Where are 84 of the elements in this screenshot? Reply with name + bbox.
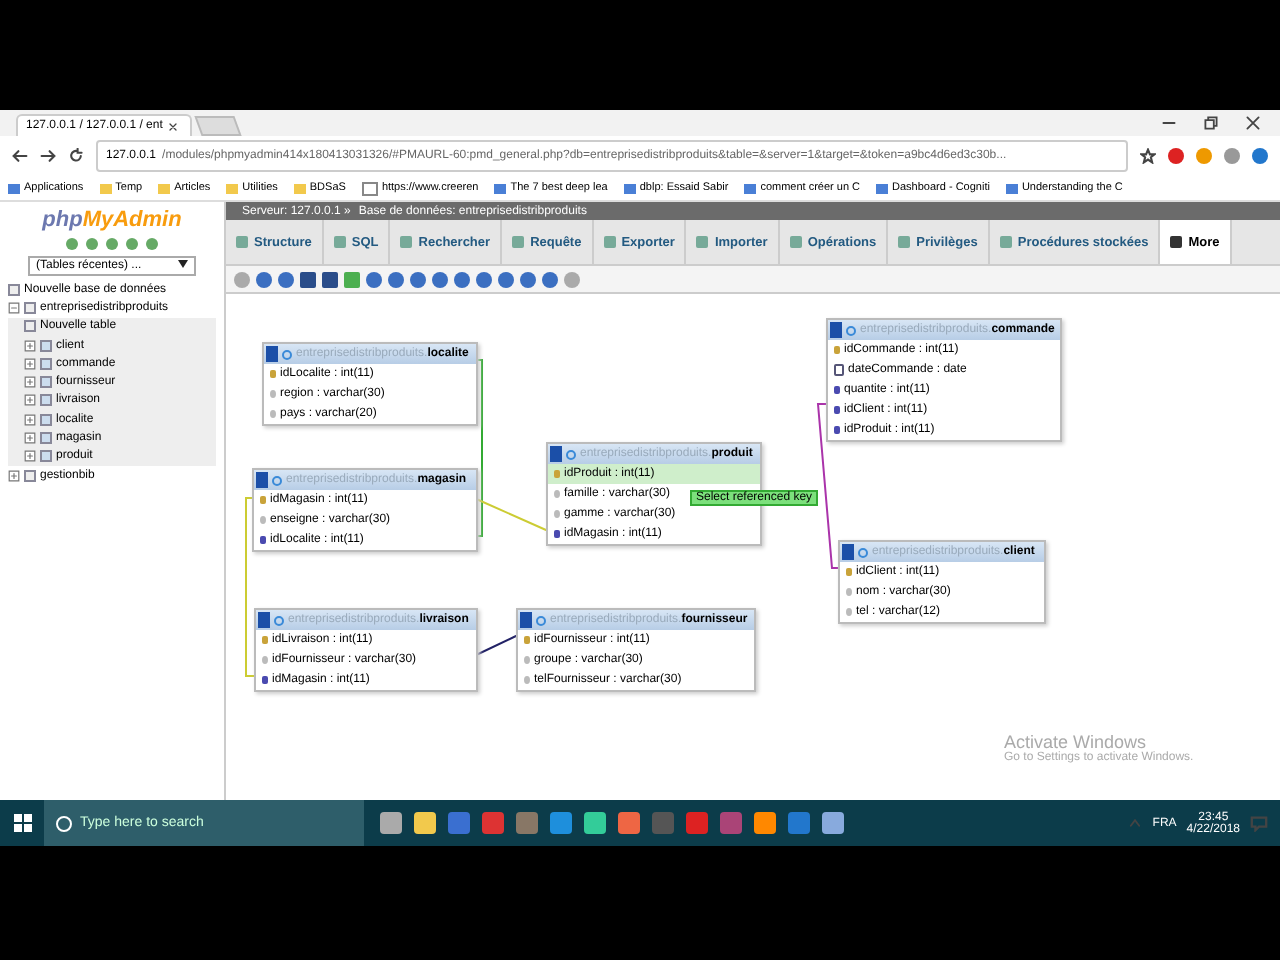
- taskbar-app-icon[interactable]: [516, 812, 538, 834]
- column-icon: [554, 530, 560, 538]
- page-icon: [876, 183, 889, 193]
- toggle-icon[interactable]: [266, 346, 278, 362]
- page-icon: [744, 183, 757, 193]
- expand-icon[interactable]: [24, 339, 36, 352]
- key-icon: [834, 346, 840, 354]
- column-icon: [834, 386, 840, 394]
- column-icon: [262, 676, 268, 684]
- expand-icon[interactable]: [8, 469, 20, 482]
- taskbar-app-icon[interactable]: [448, 812, 470, 834]
- key-icon: [260, 496, 266, 504]
- expand-icon[interactable]: [24, 413, 36, 426]
- taskbar-app-icon[interactable]: [550, 812, 572, 834]
- minimize-icon[interactable]: [1162, 116, 1176, 130]
- expand-icon[interactable]: [24, 450, 36, 463]
- taskbar-app-icon[interactable]: [584, 812, 606, 834]
- column-icon: [554, 510, 560, 518]
- forward-icon[interactable]: [40, 148, 56, 164]
- dropdown-arrow-icon: [178, 260, 188, 268]
- folder-icon: [226, 183, 239, 193]
- logo: phpMyAdmin: [40, 208, 184, 232]
- taskbar-app-icon[interactable]: [380, 812, 402, 834]
- settings-icon[interactable]: [274, 615, 284, 625]
- key-icon: [270, 370, 276, 378]
- activation-title: Activate Windows: [1004, 732, 1147, 752]
- toggle-icon[interactable]: [550, 446, 562, 462]
- page-icon: [1005, 183, 1018, 193]
- toggle-icon[interactable]: [830, 322, 842, 338]
- settings-icon[interactable]: [846, 325, 856, 335]
- taskbar-app-icon[interactable]: [788, 812, 810, 834]
- column-icon: [554, 490, 560, 498]
- expand-icon[interactable]: [24, 432, 36, 445]
- new-tab-button[interactable]: [194, 116, 242, 136]
- column-icon: [834, 426, 840, 434]
- column-icon: [834, 406, 840, 414]
- apps-icon: [8, 183, 20, 193]
- page-icon: [623, 183, 636, 193]
- toggle-icon[interactable]: [520, 612, 532, 628]
- restore-icon[interactable]: [1204, 116, 1218, 130]
- taskbar-app-icon[interactable]: [720, 812, 742, 834]
- column-icon: [846, 608, 852, 616]
- expand-icon[interactable]: [24, 394, 36, 407]
- column-icon: [270, 390, 276, 398]
- settings-icon[interactable]: [272, 475, 282, 485]
- close-icon[interactable]: [168, 121, 179, 131]
- folder-icon: [293, 183, 306, 193]
- taskbar-app-icon[interactable]: [686, 812, 708, 834]
- settings-icon[interactable]: [536, 615, 546, 625]
- column-icon: [260, 516, 266, 524]
- taskbar-app-icon[interactable]: [754, 812, 776, 834]
- key-icon: [524, 636, 530, 644]
- taskbar-app-icon[interactable]: [618, 812, 640, 834]
- column-icon: [524, 676, 530, 684]
- column-icon: [846, 588, 852, 596]
- page-icon: [361, 181, 378, 195]
- close-icon[interactable]: [1246, 116, 1260, 130]
- column-icon: [262, 656, 268, 664]
- expand-icon[interactable]: [24, 376, 36, 389]
- windows-icon[interactable]: [13, 814, 31, 832]
- database-icon: [24, 469, 36, 482]
- taskbar-app-icon[interactable]: [414, 812, 436, 834]
- relation-line: [473, 635, 517, 657]
- folder-icon: [99, 183, 112, 193]
- toggle-icon[interactable]: [258, 612, 270, 628]
- column-icon: [270, 410, 276, 418]
- taskbar-app-icon[interactable]: [822, 812, 844, 834]
- key-icon: [846, 568, 852, 576]
- key-icon: [554, 470, 560, 478]
- folder-icon: [158, 183, 171, 193]
- toggle-icon[interactable]: [256, 472, 268, 488]
- star-icon[interactable]: [1140, 148, 1156, 164]
- back-icon[interactable]: [12, 148, 28, 164]
- key-icon: [262, 636, 268, 644]
- settings-icon[interactable]: [282, 349, 292, 359]
- collapse-icon[interactable]: [8, 301, 20, 314]
- column-icon: [524, 656, 530, 664]
- taskbar-app-icon[interactable]: [482, 812, 504, 834]
- settings-icon[interactable]: [566, 449, 576, 459]
- toggle-icon[interactable]: [842, 544, 854, 560]
- page-icon: [494, 183, 507, 193]
- settings-icon[interactable]: [858, 547, 868, 557]
- expand-icon[interactable]: [24, 357, 36, 370]
- column-icon: [260, 536, 266, 544]
